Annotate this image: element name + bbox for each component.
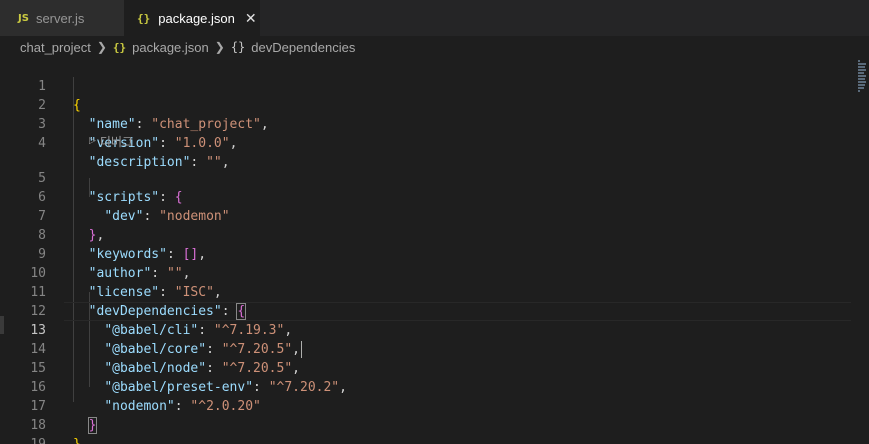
code-line: 15 "@babel/preset-env": "^7.20.2", — [0, 340, 851, 395]
object-symbol-icon: {} — [230, 40, 246, 54]
minimap[interactable] — [858, 60, 868, 94]
code-line: 5 "scripts": { — [0, 150, 851, 205]
close-icon[interactable]: ✕ — [245, 10, 257, 27]
code-line: 6 "dev": "nodemon" — [0, 169, 851, 224]
tab-server-js[interactable]: JS server.js — [0, 0, 124, 36]
code-line: 7 }, — [0, 188, 851, 243]
tab-label: server.js — [35, 10, 85, 26]
code-line: 18 } — [0, 397, 851, 444]
code-editor[interactable]: 1 { 2 "name": "chat_project", 3 "version… — [0, 58, 869, 444]
codelens-label: 디버그 — [99, 134, 134, 149]
code-line: 8 "keywords": [], — [0, 207, 851, 262]
chevron-right-icon: ❯ — [214, 40, 225, 54]
line-number: 19 — [0, 435, 46, 444]
scroll-indicator — [0, 316, 4, 334]
breadcrumb-folder[interactable]: chat_project — [20, 40, 91, 55]
play-icon: ▷ — [89, 136, 96, 146]
json-file-icon: {} — [112, 40, 127, 54]
tab-package-json[interactable]: {} package.json ✕ — [124, 0, 260, 36]
code-line: 11 "devDependencies": { — [0, 264, 851, 320]
code-line: 3 "version": "1.0.0", — [0, 96, 851, 151]
breadcrumb-file[interactable]: package.json — [132, 40, 209, 55]
code-line: 17 } — [0, 378, 851, 434]
tab-label: package.json — [158, 10, 235, 26]
code-line: 2 "name": "chat_project", — [0, 77, 851, 132]
json-file-icon: {} — [137, 11, 151, 25]
code-line: 12 "@babel/cli": "^7.19.3", — [0, 283, 851, 338]
breadcrumb: chat_project ❯ {} package.json ❯ {} devD… — [0, 36, 869, 58]
breadcrumb-symbol[interactable]: devDependencies — [251, 40, 355, 55]
code-line: 19 — [0, 416, 851, 444]
code-line: 10 "license": "ISC", — [0, 245, 851, 300]
code-line: 1 { — [0, 58, 851, 113]
code-line: 9 "author": "", — [0, 226, 851, 281]
code-line: 14 "@babel/node": "^7.20.5", — [0, 321, 851, 376]
code-line: 4 "description": "", — [0, 115, 851, 170]
tab-bar: JS server.js {} package.json ✕ — [0, 0, 869, 36]
editor-window: JS server.js {} package.json ✕ chat_proj… — [0, 0, 869, 444]
code-line: 13 "@babel/core": "^7.20.5", — [0, 302, 851, 358]
chevron-right-icon: ❯ — [96, 40, 107, 54]
javascript-file-icon: JS — [18, 12, 29, 24]
debug-codelens[interactable]: ▷ 디버그 — [89, 133, 133, 149]
code-line: 16 "nodemon": "^2.0.20" — [0, 359, 851, 414]
